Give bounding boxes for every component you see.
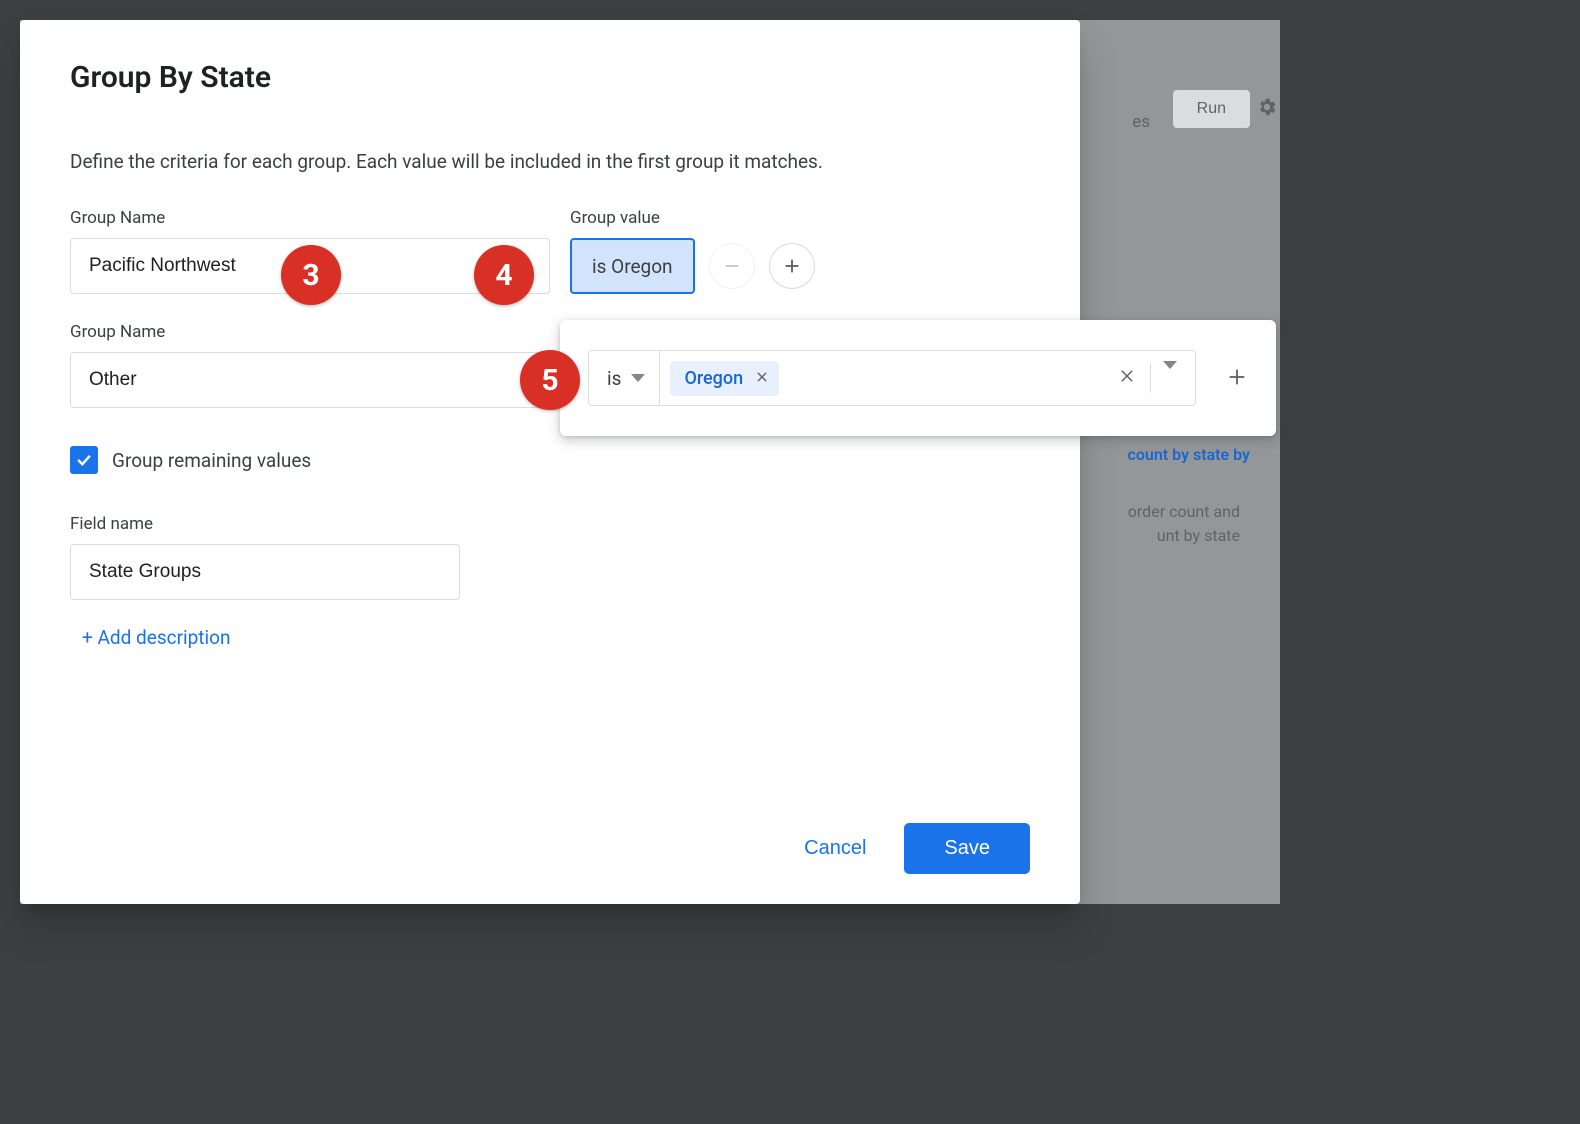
field-name-section: Field name [70,514,1030,600]
filter-box: is Oregon [588,350,1196,406]
cancel-button[interactable]: Cancel [804,837,866,860]
group-by-modal: Group By State Define the criteria for e… [20,20,1080,904]
group-remaining-label: Group remaining values [112,449,311,472]
bg-text-fragment: order count and unt by state [1128,500,1240,548]
field-name-label: Field name [70,514,1030,534]
filter-tag-oregon: Oregon [670,361,779,396]
clear-filter-icon[interactable] [1108,366,1146,391]
group-value-chip[interactable]: is Oregon [570,238,695,294]
group-1: Group Name Group value is Oregon [70,208,1030,294]
filter-more-dropdown[interactable] [1155,369,1185,388]
divider [1150,363,1151,393]
remove-tag-icon[interactable] [755,368,769,389]
filter-operator-select[interactable]: is [589,351,660,405]
group-name-label: Group Name [70,208,570,228]
filter-operator-text: is [607,367,621,390]
bg-link-fragment: count by state by [1128,445,1250,464]
group-remaining-checkbox[interactable] [70,446,98,474]
add-filter-button[interactable] [1226,362,1248,395]
chevron-down-icon [631,374,645,382]
add-value-button[interactable] [769,243,815,289]
chevron-down-icon [1163,361,1177,388]
group-value-row: is Oregon [570,238,815,294]
modal-footer: Cancel Save [70,803,1030,874]
group-value-label: Group value [570,208,815,228]
remove-value-button [709,243,755,289]
group-remaining-row: Group remaining values [70,446,1030,474]
annotation-3: 3 [281,245,341,305]
modal-description: Define the criteria for each group. Each… [70,150,1030,173]
filter-popover: is Oregon [560,320,1276,436]
group-name-label-2: Group Name [70,322,570,342]
annotation-4: 4 [474,245,534,305]
group-name-input-2[interactable] [70,352,550,408]
field-name-input[interactable] [70,544,460,600]
filter-end-controls [1098,351,1195,405]
annotation-5: 5 [520,350,580,410]
modal-title: Group By State [70,60,1030,95]
filter-tag-label: Oregon [684,368,743,389]
gear-icon[interactable] [1256,96,1278,123]
save-button[interactable]: Save [904,823,1030,874]
filter-tags[interactable]: Oregon [660,351,1098,405]
add-description-link[interactable]: + Add description [82,626,1030,649]
bg-text-es: es [1132,112,1150,132]
run-button[interactable]: Run [1173,90,1250,128]
